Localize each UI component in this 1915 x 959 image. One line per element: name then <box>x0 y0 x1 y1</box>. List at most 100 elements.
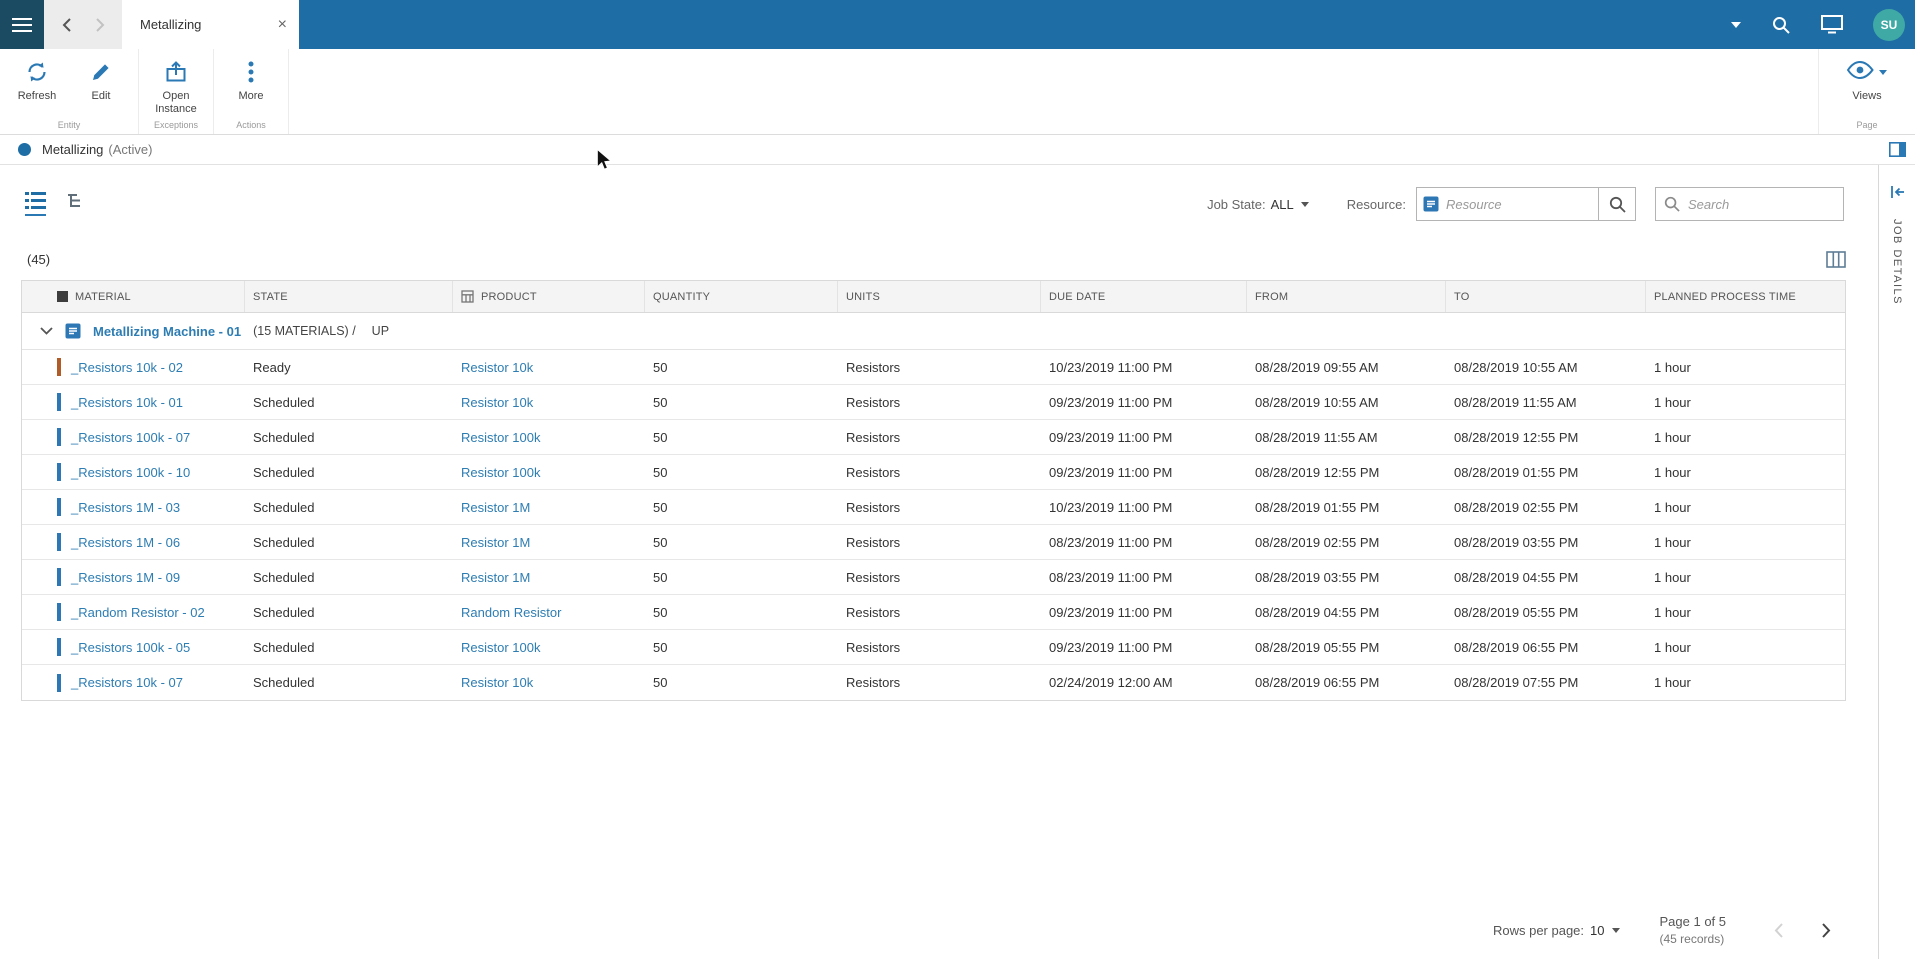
material-link[interactable]: _Resistors 1M - 06 <box>71 535 180 550</box>
from-cell: 08/28/2019 10:55 AM <box>1255 394 1379 410</box>
product-link[interactable]: Resistor 10k <box>461 675 533 690</box>
material-link[interactable]: _Resistors 10k - 01 <box>71 395 183 410</box>
product-link[interactable]: Resistor 10k <box>461 360 533 375</box>
material-link[interactable]: _Resistors 100k - 10 <box>71 465 190 480</box>
hamburger-menu-button[interactable] <box>0 0 44 49</box>
table-row[interactable]: _Resistors 100k - 05 Scheduled Resistor … <box>22 630 1845 665</box>
product-link[interactable]: Random Resistor <box>461 605 561 620</box>
column-header-to[interactable]: TO <box>1446 281 1646 312</box>
planned-time-cell: 1 hour <box>1654 569 1691 585</box>
table-row[interactable]: _Resistors 10k - 02 Ready Resistor 10k 5… <box>22 350 1845 385</box>
job-state-filter[interactable]: Job State: ALL <box>1207 197 1309 212</box>
material-cell: _Resistors 100k - 10 <box>22 463 245 481</box>
material-cell: _Resistors 10k - 02 <box>22 358 245 376</box>
material-link[interactable]: _Random Resistor - 02 <box>71 605 205 620</box>
list-view-toggle[interactable] <box>25 192 46 216</box>
hierarchy-view-toggle[interactable] <box>66 192 86 216</box>
planned-time-cell: 1 hour <box>1654 359 1691 375</box>
column-header-due-date[interactable]: DUE DATE <box>1041 281 1247 312</box>
product-link[interactable]: Resistor 1M <box>461 500 530 515</box>
column-header-material[interactable]: MATERIAL <box>22 281 245 312</box>
table-row[interactable]: _Resistors 100k - 07 Scheduled Resistor … <box>22 420 1845 455</box>
material-link[interactable]: _Resistors 1M - 03 <box>71 500 180 515</box>
table-row[interactable]: _Resistors 1M - 09 Scheduled Resistor 1M… <box>22 560 1845 595</box>
select-all-icon[interactable] <box>57 291 68 302</box>
views-button[interactable]: Views <box>1835 57 1899 103</box>
open-instance-button[interactable]: Open Instance <box>144 57 208 115</box>
expand-panel-icon[interactable] <box>1890 185 1905 199</box>
column-header-from[interactable]: FROM <box>1247 281 1446 312</box>
next-page-button[interactable] <box>1814 918 1838 942</box>
resource-group-link[interactable]: Metallizing Machine - 01 <box>93 324 241 339</box>
ribbon-group-label-page: Page <box>1856 120 1878 130</box>
from-cell: 08/28/2019 05:55 PM <box>1255 639 1380 655</box>
search-input[interactable] <box>1688 196 1835 212</box>
from-cell: 08/28/2019 04:55 PM <box>1255 604 1380 620</box>
column-header-state[interactable]: STATE <box>245 281 453 312</box>
product-link[interactable]: Resistor 100k <box>461 465 540 480</box>
workspace-dropdown-icon[interactable] <box>1731 21 1741 28</box>
search-input-box <box>1655 187 1844 221</box>
column-header-units[interactable]: UNITS <box>838 281 1041 312</box>
material-link[interactable]: _Resistors 1M - 09 <box>71 570 180 585</box>
material-link[interactable]: _Resistors 10k - 07 <box>71 675 183 690</box>
resource-input[interactable] <box>1446 196 1592 212</box>
material-link[interactable]: _Resistors 100k - 05 <box>71 640 190 655</box>
column-header-quantity[interactable]: QUANTITY <box>645 281 838 312</box>
product-grid-icon <box>461 290 474 303</box>
more-button[interactable]: More <box>219 57 283 103</box>
tab-metallizing[interactable]: Metallizing × <box>122 0 299 49</box>
material-link[interactable]: _Resistors 10k - 02 <box>71 360 183 375</box>
resource-filter-label: Resource: <box>1346 196 1406 212</box>
avatar[interactable]: SU <box>1873 8 1905 41</box>
table-row[interactable]: _Resistors 100k - 10 Scheduled Resistor … <box>22 455 1845 490</box>
table-row[interactable]: _Resistors 10k - 07 Scheduled Resistor 1… <box>22 665 1845 700</box>
product-link[interactable]: Resistor 10k <box>461 395 533 410</box>
to-cell: 08/28/2019 01:55 PM <box>1454 464 1579 480</box>
magnifier-icon <box>1664 196 1680 212</box>
column-picker-icon[interactable] <box>1826 251 1846 268</box>
magnifier-icon <box>1609 196 1626 213</box>
resource-group-row[interactable]: Metallizing Machine - 01 (15 MATERIALS) … <box>22 313 1845 350</box>
topbar-actions: SU <box>1731 0 1915 49</box>
job-details-side-strip: JOB DETAILS <box>1878 165 1915 959</box>
column-header-product[interactable]: PRODUCT <box>453 281 645 312</box>
column-header-planned-process-time[interactable]: PLANNED PROCESS TIME <box>1646 281 1845 312</box>
job-details-panel-label[interactable]: JOB DETAILS <box>1891 219 1903 305</box>
rows-per-page-select[interactable]: Rows per page: 10 <box>1493 923 1620 938</box>
rows-per-page-value: 10 <box>1590 922 1605 938</box>
material-cell: _Resistors 10k - 01 <box>22 393 245 411</box>
product-link[interactable]: Resistor 1M <box>461 535 530 550</box>
product-link[interactable]: Resistor 100k <box>461 640 540 655</box>
chevron-down-icon <box>1879 69 1887 75</box>
from-cell: 08/28/2019 03:55 PM <box>1255 569 1380 585</box>
back-button[interactable] <box>56 14 76 36</box>
refresh-button[interactable]: Refresh <box>5 57 69 103</box>
edit-button[interactable]: Edit <box>69 57 133 103</box>
record-count: (45) <box>27 252 51 267</box>
previous-page-button[interactable] <box>1766 918 1790 942</box>
planned-time-cell: 1 hour <box>1654 639 1691 655</box>
search-icon[interactable] <box>1771 15 1791 35</box>
count-row: (45) <box>27 251 1846 268</box>
table-row[interactable]: _Resistors 1M - 03 Scheduled Resistor 1M… <box>22 490 1845 525</box>
panel-toggle-icon[interactable] <box>1889 142 1906 157</box>
resource-search-button[interactable] <box>1599 187 1636 221</box>
table-row[interactable]: _Resistors 1M - 06 Scheduled Resistor 1M… <box>22 525 1845 560</box>
product-link[interactable]: Resistor 100k <box>461 430 540 445</box>
resource-input-box <box>1416 187 1599 221</box>
monitor-icon[interactable] <box>1821 15 1843 34</box>
close-tab-icon[interactable]: × <box>278 16 287 33</box>
product-cell: Random Resistor <box>453 605 645 620</box>
collapse-chevron-icon[interactable] <box>40 327 53 335</box>
status-bar: Metallizing (Active) <box>0 135 1915 165</box>
product-link[interactable]: Resistor 1M <box>461 570 530 585</box>
planned-time-cell: 1 hour <box>1654 675 1691 690</box>
column-label: UNITS <box>846 290 880 303</box>
material-link[interactable]: _Resistors 100k - 07 <box>71 430 190 445</box>
table-row[interactable]: _Random Resistor - 02 Scheduled Random R… <box>22 595 1845 630</box>
state-cell: Scheduled <box>253 604 315 620</box>
table-row[interactable]: _Resistors 10k - 01 Scheduled Resistor 1… <box>22 385 1845 420</box>
forward-button[interactable] <box>90 14 110 36</box>
material-state-bar <box>57 638 61 656</box>
